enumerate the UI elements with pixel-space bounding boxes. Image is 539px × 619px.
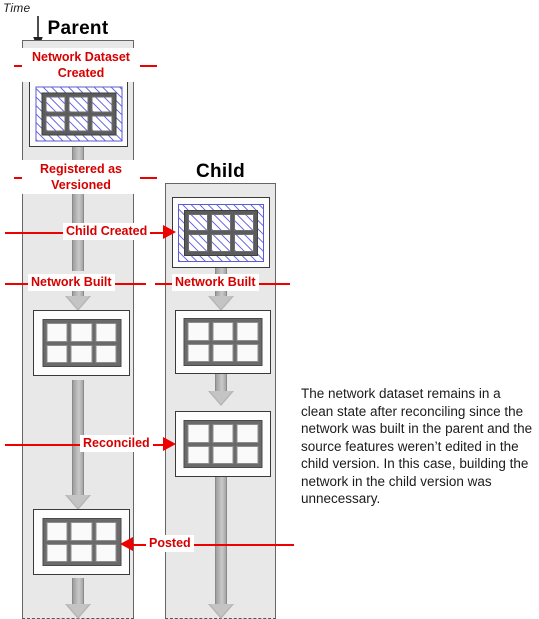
grid-cell <box>46 522 68 541</box>
hatched-grid-icon <box>35 86 122 141</box>
grid-cell <box>95 543 117 562</box>
arrow-left-icon <box>120 537 133 551</box>
grid-cell <box>212 445 234 464</box>
grid-cell <box>211 234 231 252</box>
node-parent-dataset-versioned <box>29 80 128 147</box>
grid-cell <box>95 323 117 342</box>
clean-grid-icon <box>183 318 263 366</box>
grid-cell <box>46 323 68 342</box>
time-axis-label: Time <box>3 1 31 15</box>
event-label: Network Built <box>28 274 115 291</box>
grid-cell <box>212 322 234 341</box>
grid-cell <box>188 213 208 231</box>
lane-title-child: Child <box>196 161 245 182</box>
grid-cell <box>70 543 93 562</box>
clean-grid-icon <box>42 319 121 367</box>
grid-cell <box>236 445 259 464</box>
flow-parent-stub-1 <box>22 146 134 160</box>
node-child-network-built <box>175 310 271 374</box>
lane-title-parent: Parent <box>47 18 109 39</box>
grid-cell <box>68 115 89 131</box>
arrow-right-icon <box>163 437 176 451</box>
grid-cell <box>45 115 66 131</box>
hatched-grid-icon <box>178 203 264 262</box>
grid-cell <box>211 213 231 231</box>
grid-cell <box>212 343 234 362</box>
grid-cell <box>68 96 89 112</box>
clean-grid-icon <box>183 420 263 468</box>
grid-3x2 <box>184 209 258 256</box>
grid-cell <box>187 343 210 362</box>
event-label: Posted <box>146 535 194 552</box>
flow-parent-tail <box>22 578 134 619</box>
node-parent-network-built <box>33 310 130 376</box>
grid-cell <box>95 344 117 363</box>
version-lifecycle-diagram: Time Parent Child Network Dataset Create… <box>0 0 539 619</box>
grid-cell <box>46 543 68 562</box>
grid-cell <box>70 522 93 541</box>
grid-cell <box>91 96 112 112</box>
grid-cell <box>95 522 117 541</box>
grid-cell <box>236 343 259 362</box>
grid-cell <box>236 424 259 443</box>
grid-cell <box>187 445 210 464</box>
event-label: Child Created <box>63 223 151 240</box>
node-parent-posted <box>33 509 130 575</box>
grid-cell <box>187 322 210 341</box>
event-label: Reconciled <box>80 435 153 452</box>
event-label: Network Dataset Created <box>22 48 140 82</box>
grid-cell <box>236 322 259 341</box>
event-label: Network Built <box>172 274 259 291</box>
grid-cell <box>91 115 112 131</box>
grid-3x2 <box>41 92 116 135</box>
arrow-right-icon <box>163 225 176 239</box>
grid-cell <box>187 424 210 443</box>
grid-cell <box>234 234 254 252</box>
clean-grid-icon <box>42 518 121 566</box>
grid-cell <box>45 96 66 112</box>
node-child-created-dataset <box>172 197 270 268</box>
grid-cell <box>234 213 254 231</box>
event-label: Registered as Versioned <box>22 160 140 194</box>
grid-cell <box>212 424 234 443</box>
grid-cell <box>188 234 208 252</box>
grid-cell <box>46 344 68 363</box>
grid-cell <box>70 344 93 363</box>
flow-child-to-reconciled-node <box>165 373 276 406</box>
node-child-reconciled <box>175 411 271 477</box>
explanatory-note: The network dataset remains in a clean s… <box>301 386 533 506</box>
grid-cell <box>70 323 93 342</box>
